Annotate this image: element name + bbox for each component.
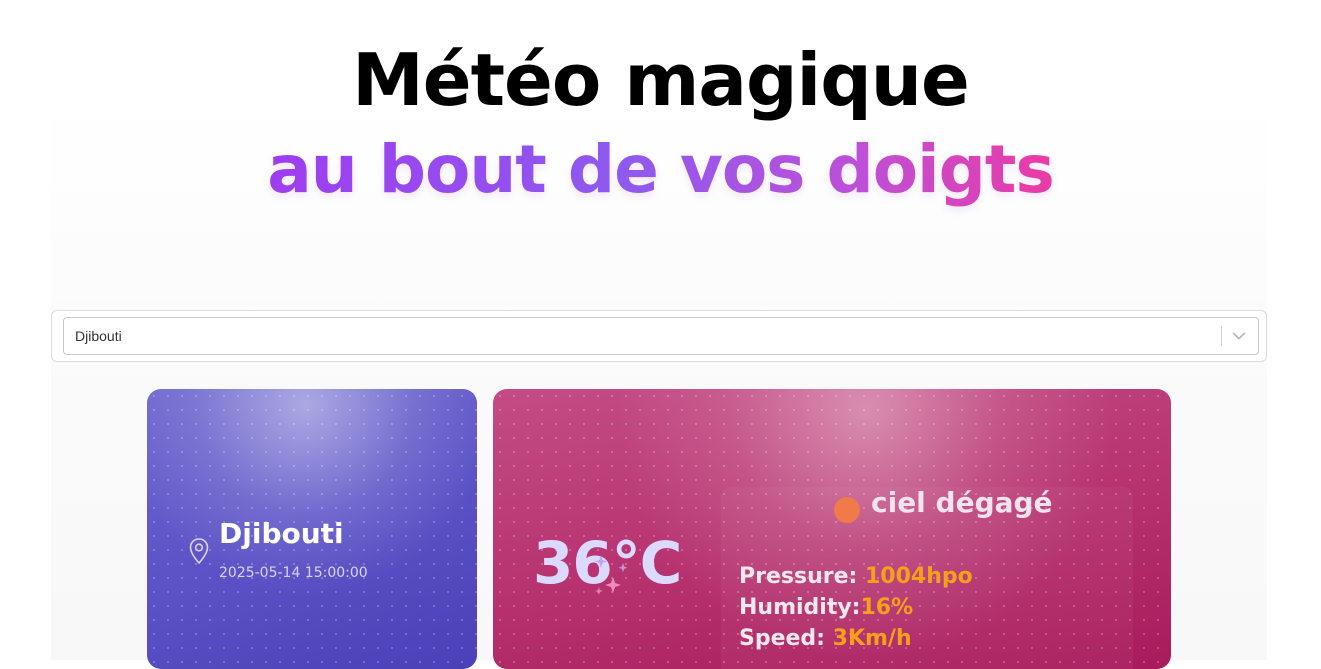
sun-icon xyxy=(834,497,860,523)
stat-label: Humidity: xyxy=(739,595,861,620)
stat-pressure: Pressure: 1004hpo xyxy=(739,564,973,589)
map-pin-icon xyxy=(189,538,209,565)
location-card: Djibouti 2025-05-14 15:00:00 xyxy=(147,389,477,669)
hero-subtitle: au bout de vos doigts xyxy=(0,128,1321,212)
city-name: Djibouti xyxy=(219,517,344,550)
hero-subtitle-text: au bout de vos doigts xyxy=(267,131,1055,208)
datetime: 2025-05-14 15:00:00 xyxy=(219,565,368,581)
select-separator xyxy=(1221,326,1222,346)
sparkle-icon xyxy=(595,555,628,595)
stat-label: Pressure: xyxy=(739,564,865,589)
stat-speed: Speed: 3Km/h xyxy=(739,626,912,651)
weather-condition: ciel dégagé xyxy=(871,486,1053,519)
stat-value: 1004hpo xyxy=(864,564,973,589)
weather-card: 36°C ciel dégagé Pressure: 1004hpo Humid… xyxy=(493,389,1171,669)
stat-humidity: Humidity:16% xyxy=(739,595,913,620)
stat-label: Speed: xyxy=(739,626,833,651)
city-select-value: Djibouti xyxy=(75,328,122,344)
hero-title: Météo magique xyxy=(352,38,970,122)
stat-value: 3Km/h xyxy=(832,626,912,651)
city-select[interactable]: Djibouti xyxy=(63,317,1259,355)
chevron-down-icon[interactable] xyxy=(1230,327,1248,345)
stat-value: 16% xyxy=(860,595,914,620)
city-select-container: Djibouti xyxy=(51,310,1267,362)
